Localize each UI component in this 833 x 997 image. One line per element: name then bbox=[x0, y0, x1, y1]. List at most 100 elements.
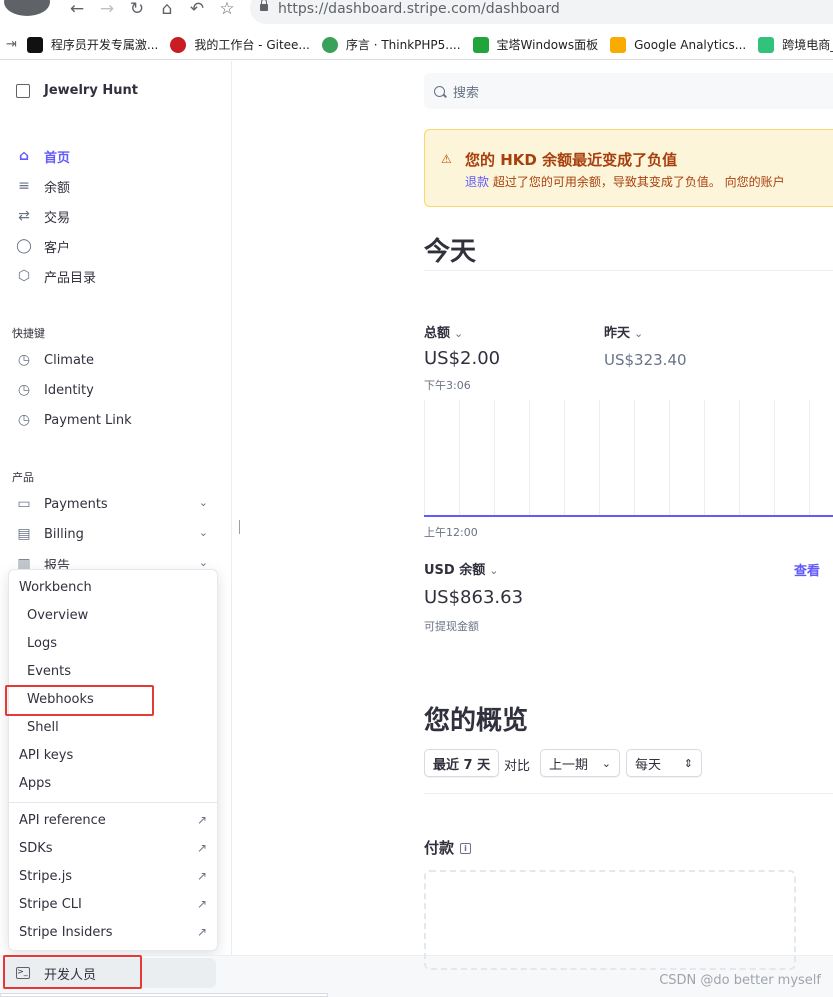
chart-gridline bbox=[424, 400, 425, 515]
watermark: CSDN @do better myself bbox=[659, 973, 821, 988]
total-value: US$2.00 bbox=[424, 348, 501, 369]
today-title: 今天 bbox=[424, 237, 477, 267]
menu-item-overview[interactable]: Overview bbox=[27, 608, 88, 623]
balance-icon: ≡ bbox=[18, 178, 30, 194]
menu-item-stripe-js[interactable]: Stripe.js bbox=[19, 869, 72, 884]
account-switcher[interactable]: Jewelry Hunt bbox=[16, 83, 138, 98]
bookmark-item[interactable]: 宝塔Windows面板 bbox=[472, 36, 598, 53]
chart-gridline bbox=[529, 400, 530, 515]
negative-balance-alert: ⚠ 您的 HKD 余额最近变成了负值 退款 超过了您的可用余额，导致其变成了负值… bbox=[424, 129, 833, 207]
undo-icon[interactable]: ↶ bbox=[186, 0, 208, 20]
account-name: Jewelry Hunt bbox=[44, 83, 138, 98]
highlight-developers bbox=[3, 955, 142, 989]
usd-balance-dropdown[interactable]: USD 余额 ⌄ bbox=[424, 559, 498, 578]
store-icon bbox=[16, 83, 30, 98]
compare-period-select[interactable]: 上一期 ⌄ bbox=[540, 749, 620, 777]
alert-body: 退款 超过了您的可用余额，导致其变成了负值。 向您的账户 bbox=[465, 175, 785, 189]
sidebar-item-payments[interactable]: ▭ Payments ⌄ bbox=[16, 494, 216, 514]
reload-icon[interactable]: ↻ bbox=[126, 0, 148, 20]
chevron-down-icon: ⌄ bbox=[634, 327, 644, 340]
menu-item-api-reference[interactable]: API reference bbox=[19, 813, 106, 828]
bookmark-item[interactable]: 我的工作台 - Gitee... bbox=[170, 36, 310, 53]
overview-title: 您的概览 bbox=[424, 706, 529, 736]
sidebar-item-identity[interactable]: ◷ Identity bbox=[16, 380, 216, 400]
chart-gridline bbox=[599, 400, 600, 515]
bookmarks-bar: ⇥ 程序员开发专属激... 我的工作台 - Gitee... 序言 · Thin… bbox=[0, 30, 833, 60]
search-placeholder: 搜索 bbox=[453, 85, 480, 101]
menu-item-events[interactable]: Events bbox=[27, 664, 71, 679]
alert-title: 您的 HKD 余额最近变成了负值 bbox=[465, 151, 678, 169]
view-balance-link[interactable]: 查看 bbox=[794, 560, 820, 579]
total-dropdown[interactable]: 总额 ⌄ bbox=[424, 322, 463, 341]
sidebar-resize-handle[interactable] bbox=[239, 520, 240, 534]
chart-gridline bbox=[774, 400, 775, 515]
clock-icon: ◷ bbox=[17, 382, 31, 398]
home-icon: ⌂ bbox=[18, 148, 30, 164]
chart-gridline bbox=[564, 400, 565, 515]
thinkphp-favicon-icon bbox=[321, 36, 338, 53]
bookmark-item[interactable]: 程序员开发专属激... bbox=[26, 36, 158, 53]
star-icon[interactable]: ☆ bbox=[216, 0, 238, 20]
developer-menu: Workbench Overview Logs Events Webhooks … bbox=[8, 569, 218, 951]
info-icon[interactable]: i bbox=[460, 843, 472, 854]
back-icon[interactable]: ← bbox=[66, 0, 88, 20]
sidebar-item-products[interactable]: ⬡ 产品目录 bbox=[16, 266, 216, 286]
clock-icon: ◷ bbox=[17, 352, 31, 368]
total-time: 下午3:06 bbox=[424, 379, 471, 392]
search-icon bbox=[434, 85, 445, 97]
url-text: https://dashboard.stripe.com/dashboard bbox=[278, 1, 560, 17]
external-link-icon: ↗ bbox=[196, 869, 207, 883]
menu-item-apps[interactable]: Apps bbox=[19, 776, 51, 791]
divider bbox=[424, 793, 833, 794]
warning-icon: ⚠ bbox=[441, 152, 452, 166]
customer-icon: ◯ bbox=[16, 238, 32, 254]
sidebar-item-home[interactable]: ⌂ 首页 bbox=[16, 146, 216, 166]
compare-label: 对比 bbox=[504, 759, 531, 774]
external-link-icon: ↗ bbox=[196, 841, 207, 855]
interval-select[interactable]: 每天 ⇕ bbox=[626, 749, 702, 777]
menu-item-api-keys[interactable]: API keys bbox=[19, 748, 73, 763]
bookmarks-import-icon[interactable]: ⇥ bbox=[6, 37, 17, 52]
chart-gridline bbox=[739, 400, 740, 515]
bookmark-item[interactable]: 序言 · ThinkPHP5.... bbox=[321, 36, 461, 53]
sidebar-item-transactions[interactable]: ⇄ 交易 bbox=[16, 206, 216, 226]
bookmark-item[interactable]: 跨境电商_ bbox=[758, 36, 833, 53]
sidebar-item-balance[interactable]: ≡ 余额 bbox=[16, 176, 216, 196]
home-browser-icon[interactable]: ⌂ bbox=[156, 0, 178, 20]
chart-gridline bbox=[809, 400, 810, 515]
divider bbox=[424, 270, 833, 271]
menu-item-stripe-insiders[interactable]: Stripe Insiders bbox=[19, 925, 113, 940]
browser-toolbar: ← → ↻ ⌂ ↶ ☆ https://dashboard.stripe.com… bbox=[0, 0, 833, 28]
chart-gridline bbox=[634, 400, 635, 515]
payments-empty-box bbox=[424, 870, 796, 970]
profile-avatar[interactable] bbox=[4, 0, 50, 16]
menu-item-stripe-cli[interactable]: Stripe CLI bbox=[19, 897, 82, 912]
yesterday-dropdown[interactable]: 昨天 ⌄ bbox=[604, 322, 643, 341]
sidebar-item-payment-link[interactable]: ◷ Payment Link bbox=[16, 410, 216, 430]
sidebar-item-climate[interactable]: ◷ Climate bbox=[16, 350, 216, 370]
refunds-link[interactable]: 退款 bbox=[465, 175, 489, 189]
usd-balance-value: US$863.63 bbox=[424, 587, 524, 608]
date-range-button[interactable]: 最近 7 天 bbox=[424, 749, 500, 777]
address-bar[interactable]: https://dashboard.stripe.com/dashboard bbox=[250, 0, 833, 24]
menu-item-logs[interactable]: Logs bbox=[27, 636, 57, 651]
chevron-down-icon: ⌄ bbox=[198, 526, 208, 539]
menu-item-shell[interactable]: Shell bbox=[27, 720, 59, 735]
menu-item-sdks[interactable]: SDKs bbox=[19, 841, 53, 856]
chart-gridline bbox=[704, 400, 705, 515]
sidebar-item-customers[interactable]: ◯ 客户 bbox=[16, 236, 216, 256]
forward-icon[interactable]: → bbox=[96, 0, 118, 20]
bookmark-favicon-icon bbox=[26, 36, 43, 53]
search-input[interactable]: 搜索 bbox=[424, 73, 833, 109]
chart-gridline bbox=[669, 400, 670, 515]
external-link-icon: ↗ bbox=[196, 925, 207, 939]
bookmark-favicon-icon bbox=[758, 36, 775, 53]
chevron-updown-icon: ⇕ bbox=[683, 756, 693, 770]
chevron-down-icon: ⌄ bbox=[601, 756, 611, 770]
bookmark-item[interactable]: Google Analytics... bbox=[610, 36, 746, 53]
menu-divider bbox=[9, 802, 217, 803]
transactions-icon: ⇄ bbox=[18, 208, 30, 224]
sidebar-item-billing[interactable]: ▤ Billing ⌄ bbox=[16, 524, 216, 544]
menu-item-workbench[interactable]: Workbench bbox=[19, 580, 92, 595]
shortcuts-heading: 快捷键 bbox=[12, 327, 45, 340]
